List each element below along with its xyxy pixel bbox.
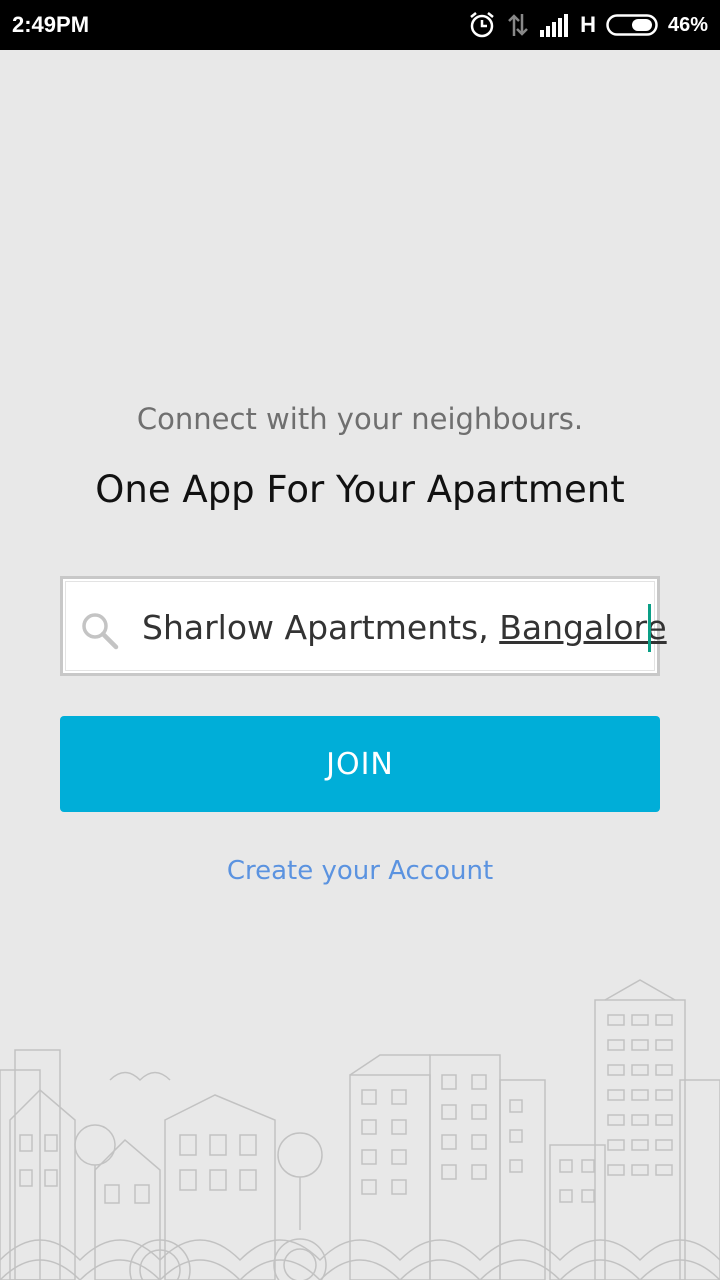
alarm-icon [470,12,494,38]
city-skyline-illustration [0,979,720,1280]
search-value-composing: Bangalore [499,608,667,647]
battery-icon [606,14,658,36]
headline: One App For Your Apartment [95,468,625,511]
text-cursor [648,604,651,652]
join-button[interactable]: JOIN [60,716,660,812]
status-bar: 2:49PM H 46% [0,0,720,50]
signal-icon [540,14,569,37]
search-input-frame: Sharlow Apartments, Bangalore [65,581,667,671]
battery-percent: 46% [667,13,708,36]
network-type: H [580,12,596,37]
tagline: Connect with your neighbours. [136,402,584,436]
search-value-prefix: Sharlow Apartments, [142,608,500,647]
apartment-search-input[interactable]: Sharlow Apartments, Bangalore [60,576,667,676]
search-input-value[interactable]: Sharlow Apartments, Bangalore [142,608,667,647]
status-icons: H 46% [468,11,708,39]
status-time: 2:49PM [12,12,90,37]
create-account-link[interactable]: Create your Account [0,856,720,886]
data-transfer-icon [508,14,528,36]
search-icon [82,613,119,650]
